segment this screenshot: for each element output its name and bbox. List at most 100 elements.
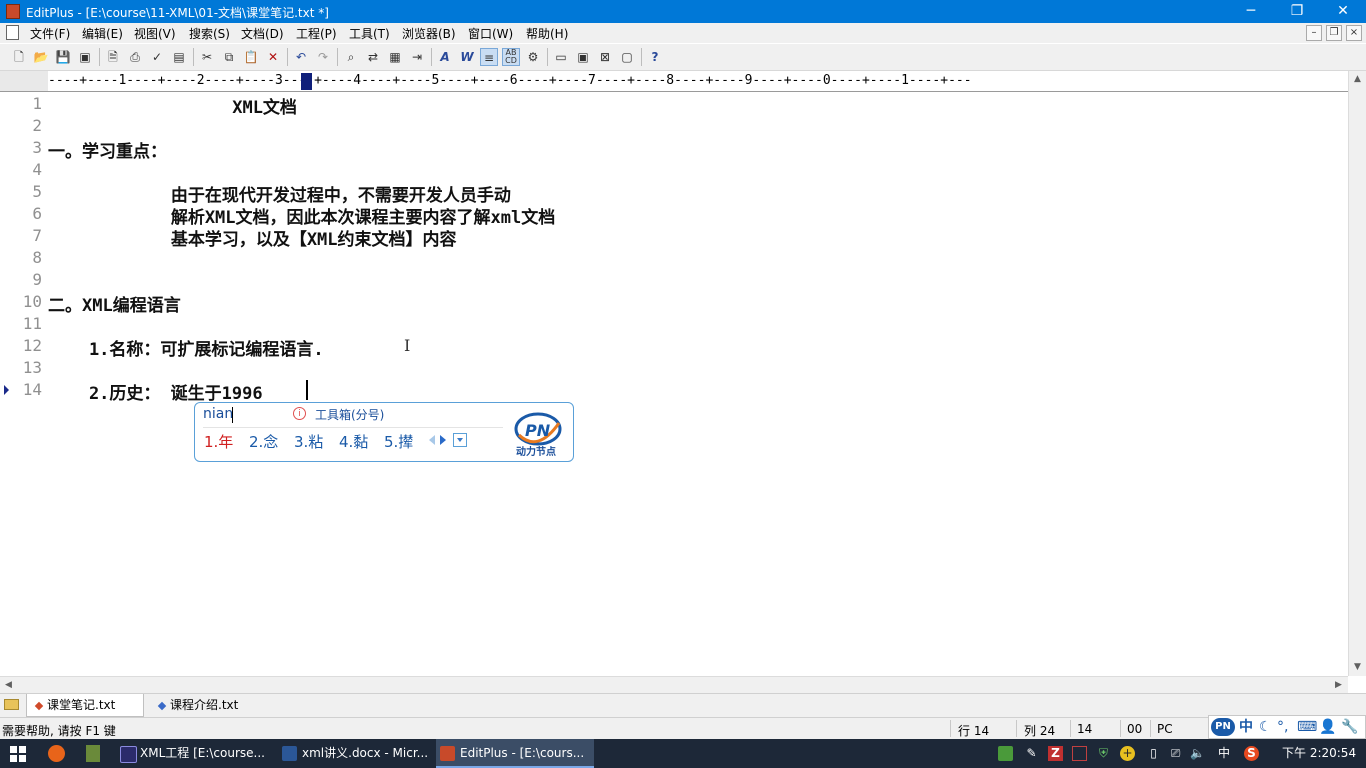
editor-area[interactable]: 1 XML文档 2 3 一。学习重点： 4 5 由于在现代开发过程中，不需要开发人员手动 6… — [0, 92, 1348, 676]
find-in-files-icon[interactable]: ▦ — [386, 48, 404, 66]
ime-logo-icon[interactable]: PN — [1211, 718, 1235, 736]
menu-file[interactable]: 文件(F) — [30, 25, 70, 42]
word-wrap-icon[interactable]: W — [458, 48, 476, 66]
document-icon[interactable] — [6, 25, 19, 40]
save-all-icon[interactable]: ▣ — [76, 48, 94, 66]
windows-start-icon[interactable] — [10, 746, 26, 762]
window-1-icon[interactable]: ▭ — [552, 48, 570, 66]
delete-icon[interactable]: ✕ — [264, 48, 282, 66]
ruler-cursor-marker — [301, 73, 312, 90]
new-file-icon[interactable]: 🗋 — [10, 48, 28, 66]
replace-icon[interactable]: ⇄ — [364, 48, 382, 66]
print-icon[interactable]: ⎙ — [126, 48, 144, 66]
firefox-icon[interactable] — [48, 745, 65, 762]
line-number-icon[interactable]: ≡ — [480, 48, 498, 66]
ime-prev-page-icon[interactable] — [429, 435, 435, 445]
mdi-restore-button[interactable]: ❐ — [1326, 25, 1342, 41]
ime-next-page-icon[interactable] — [440, 435, 446, 445]
editplus-app-icon[interactable] — [6, 4, 20, 19]
task-word-document[interactable]: xml讲义.docx - Micr... — [278, 739, 430, 768]
editor-line[interactable]: 二。XML编程语言 — [48, 291, 181, 316]
menu-window[interactable]: 窗口(W) — [468, 25, 513, 42]
network-icon[interactable]: ⎚ — [1168, 746, 1183, 761]
editor-line[interactable]: 1.名称：可扩展标记编程语言. — [48, 335, 324, 360]
goto-line-icon[interactable]: ⇥ — [408, 48, 426, 66]
menu-tools[interactable]: 工具(T) — [349, 25, 390, 42]
column-select-icon[interactable]: AB CD — [502, 48, 520, 66]
pinned-app-icon[interactable] — [86, 745, 100, 762]
ime-expand-icon[interactable] — [453, 433, 467, 447]
save-icon[interactable]: 💾 — [54, 48, 72, 66]
volume-icon[interactable]: 🔈 — [1190, 746, 1205, 761]
ime-hint[interactable]: 工具箱(分号) — [315, 406, 384, 423]
editor-line[interactable]: 一。学习重点： — [48, 137, 167, 162]
paste-icon[interactable]: 📋 — [242, 48, 260, 66]
scroll-right-icon[interactable]: ▶ — [1330, 677, 1347, 694]
sogou-icon[interactable]: S — [1244, 746, 1259, 761]
ime-toolbar[interactable]: PN 中 ☾ °, ⌨ 👤 🔧 — [1208, 715, 1366, 739]
tray-device-icon[interactable]: ▯ — [1146, 746, 1161, 761]
keyboard-icon[interactable]: ⌨ — [1297, 719, 1317, 735]
taskbar-ime-indicator[interactable]: 中 — [1218, 739, 1230, 768]
settings-icon[interactable]: ⚙ — [524, 48, 542, 66]
folder-icon[interactable] — [4, 699, 19, 710]
mdi-close-button[interactable]: × — [1346, 25, 1362, 41]
ime-candidate-1[interactable]: 1.年 — [204, 431, 233, 452]
scroll-left-icon[interactable]: ◀ — [0, 677, 17, 694]
ime-candidate-5[interactable]: 5.撵 — [384, 431, 413, 452]
menu-document[interactable]: 文档(D) — [241, 25, 284, 42]
print-preview-icon[interactable]: 🗎 — [104, 48, 122, 66]
tray-battery-icon[interactable] — [998, 746, 1013, 761]
editor-line[interactable]: XML文档 — [48, 93, 297, 118]
menu-view[interactable]: 视图(V) — [134, 25, 176, 42]
scroll-down-icon[interactable]: ▼ — [1349, 659, 1366, 676]
tab-course-intro[interactable]: 课程介绍.txt — [150, 694, 260, 717]
close-button[interactable]: ✕ — [1320, 0, 1366, 23]
window-2-icon[interactable]: ▣ — [574, 48, 592, 66]
redo-icon[interactable]: ↷ — [314, 48, 332, 66]
toolbar-divider — [287, 48, 288, 66]
tray-record-icon[interactable] — [1072, 746, 1087, 761]
menu-search[interactable]: 搜索(S) — [189, 25, 230, 42]
horizontal-scrollbar[interactable]: ◀ ▶ — [0, 676, 1348, 693]
help-context-icon[interactable]: ? — [646, 48, 664, 66]
clipboard-history-icon[interactable]: ▤ — [170, 48, 188, 66]
copy-icon[interactable]: ⧉ — [220, 48, 238, 66]
moon-icon[interactable]: ☾ — [1259, 719, 1272, 735]
menu-project[interactable]: 工程(P) — [296, 25, 337, 42]
tray-plus-icon[interactable]: + — [1120, 746, 1135, 761]
mdi-minimize-button[interactable]: – — [1306, 25, 1322, 41]
user-icon[interactable]: 👤 — [1319, 719, 1336, 735]
punct-icon[interactable]: °, — [1277, 719, 1288, 735]
undo-icon[interactable]: ↶ — [292, 48, 310, 66]
open-folder-icon[interactable]: 📂 — [32, 48, 50, 66]
ime-mode-toggle[interactable]: 中 — [1239, 719, 1253, 735]
font-icon[interactable]: A — [436, 48, 454, 66]
minimize-button[interactable]: ─ — [1228, 0, 1274, 23]
window-4-icon[interactable]: ▢ — [618, 48, 636, 66]
tray-tool-icon[interactable]: ✎ — [1024, 746, 1039, 761]
cut-icon[interactable]: ✂ — [198, 48, 216, 66]
tab-classroom-notes[interactable]: 课堂笔记.txt — [26, 694, 144, 717]
window-3-icon[interactable]: ⊠ — [596, 48, 614, 66]
vertical-scrollbar[interactable]: ▲ ▼ — [1348, 71, 1366, 676]
tools-icon[interactable]: 🔧 — [1341, 719, 1358, 735]
task-editplus[interactable]: EditPlus - [E:\cours... — [436, 739, 594, 768]
system-clock[interactable]: 下午 2:20:54 — [1282, 739, 1356, 768]
task-xml-project[interactable]: XML工程 [E:\course... — [116, 739, 270, 768]
filezilla-icon[interactable]: Z — [1048, 746, 1063, 761]
maximize-button[interactable]: ❐ — [1274, 0, 1320, 23]
ime-candidate-2[interactable]: 2.念 — [249, 431, 278, 452]
menu-edit[interactable]: 编辑(E) — [82, 25, 123, 42]
scroll-up-icon[interactable]: ▲ — [1349, 71, 1366, 88]
ime-candidate-window[interactable]: nian i 工具箱(分号) 1.年 2.念 3.粘 4.黏 5.撵 PN 动力… — [194, 402, 574, 462]
menu-help[interactable]: 帮助(H) — [526, 25, 568, 42]
security-shield-icon[interactable]: ⛨ — [1096, 746, 1111, 761]
editor-line[interactable]: 基本学习，以及【XML约束文档】内容 — [48, 225, 457, 250]
spell-check-icon[interactable]: ✓ — [148, 48, 166, 66]
ime-candidate-4[interactable]: 4.黏 — [339, 431, 368, 452]
menu-browser[interactable]: 浏览器(B) — [402, 25, 456, 42]
editor-line[interactable]: 2.历史： 诞生于1996 — [48, 379, 263, 404]
ime-candidate-3[interactable]: 3.粘 — [294, 431, 323, 452]
find-icon[interactable]: ⌕ — [342, 48, 360, 66]
